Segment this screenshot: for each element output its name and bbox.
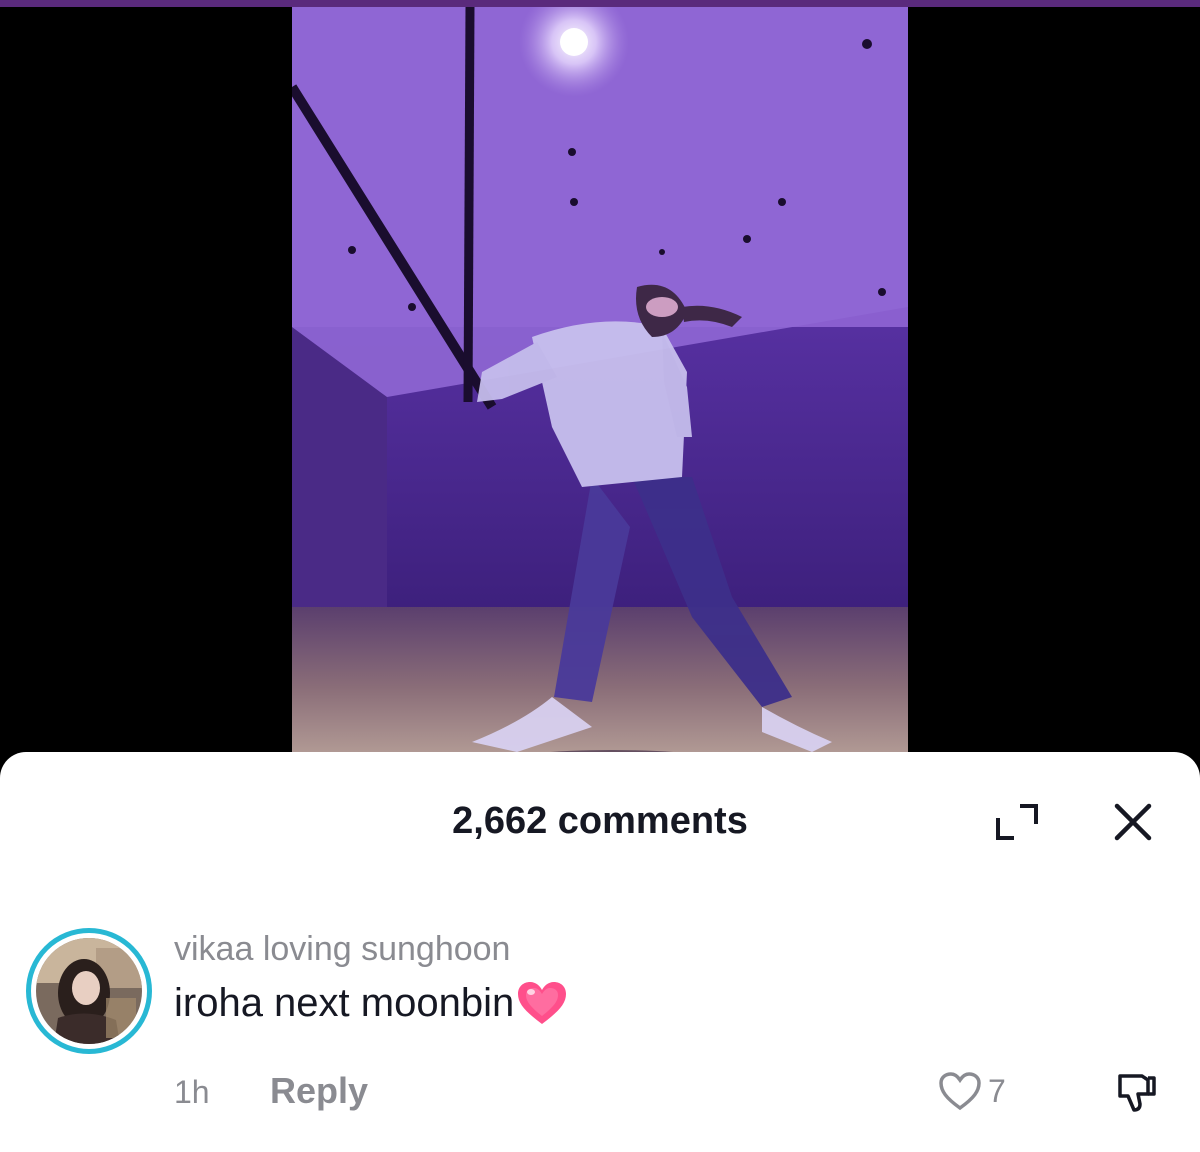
heart-outline-icon	[939, 1072, 981, 1111]
comment-text: iroha next moonbin	[174, 980, 515, 1025]
dislike-button[interactable]	[1110, 1066, 1162, 1118]
comment-username[interactable]: vikaa loving sunghoon	[174, 930, 510, 969]
dance-video-thumbnail	[292, 7, 908, 767]
heart-emoji	[518, 982, 567, 1024]
comment-body: iroha next moonbin	[174, 980, 568, 1026]
close-icon	[1114, 803, 1152, 841]
comment-item: vikaa loving sunghoon iroha next moonbin…	[26, 928, 1176, 1128]
comment-timestamp: 1h	[174, 1074, 210, 1110]
video-frame[interactable]	[292, 7, 908, 767]
reply-button[interactable]: Reply	[270, 1070, 368, 1112]
thumbs-down-icon	[1118, 1074, 1156, 1112]
avatar-photo	[36, 938, 142, 1044]
comments-sheet: 2,662 comments vikaa loving sunghoon iro…	[0, 752, 1200, 1152]
close-button[interactable]	[1106, 798, 1160, 846]
avatar[interactable]	[26, 928, 152, 1054]
like-count: 7	[988, 1072, 1006, 1109]
expand-icon	[996, 804, 1038, 840]
top-strip	[0, 0, 1200, 7]
like-button[interactable]: 7	[938, 1066, 1006, 1116]
expand-button[interactable]	[990, 798, 1044, 846]
video-area[interactable]	[0, 7, 1200, 767]
